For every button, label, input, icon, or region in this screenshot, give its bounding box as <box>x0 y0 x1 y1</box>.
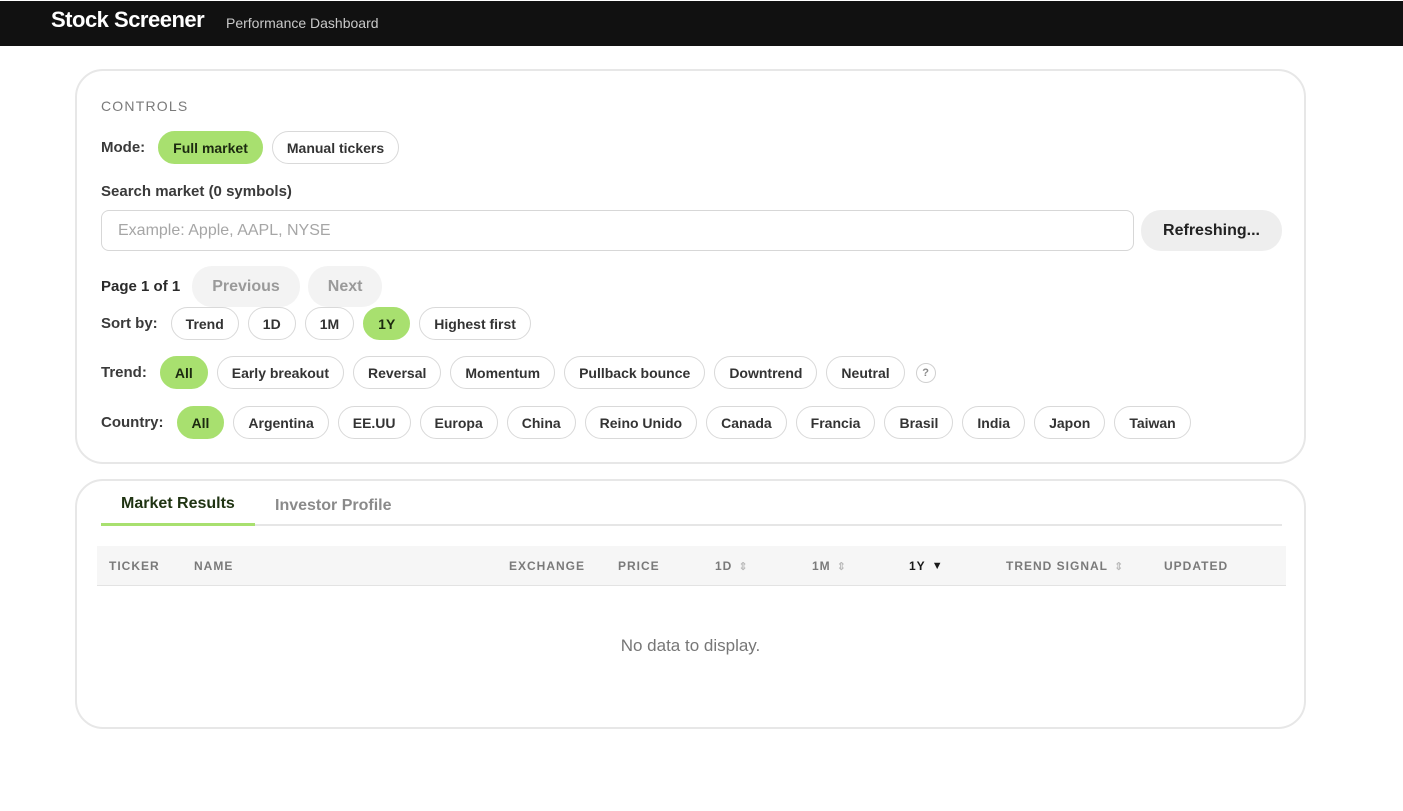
country-options: All Argentina EE.UU Europa China Reino Unido C… <box>176 406 1200 439</box>
column-header-updated: UPDATED <box>1164 546 1228 586</box>
column-header-label: TICKER <box>109 559 160 573</box>
sort-toggle-icon: ⇕ <box>738 560 748 573</box>
sort-toggle-icon: ⇕ <box>836 560 846 573</box>
column-header-exchange: EXCHANGE <box>509 546 585 586</box>
country-row: Country: All Argentina EE.UU Europa China Rei… <box>101 406 1200 439</box>
trend-chip-all[interactable]: All <box>159 356 208 389</box>
pagination-row: Page 1 of 1 Previous Next <box>101 266 390 307</box>
mode-options: Full market Manual tickers <box>158 131 408 164</box>
trend-help-icon[interactable]: ? <box>915 362 936 383</box>
column-header-label: 1Y <box>909 559 926 573</box>
trend-chip-pullback-bounce[interactable]: Pullback bounce <box>564 356 706 389</box>
country-chip-europa[interactable]: Europa <box>419 406 498 439</box>
sort-descending-icon: ▼ <box>931 560 943 572</box>
trend-row: Trend: All Early breakout Reversal Momentum… <box>101 356 936 389</box>
refresh-button[interactable]: Refreshing... <box>1141 210 1282 251</box>
results-panel: Market Results Investor Profile TICKER NA… <box>75 479 1306 729</box>
sort-row: Sort by: Trend 1D 1M 1Y Highest first <box>101 307 540 340</box>
column-header-1y[interactable]: 1Y ▼ <box>909 546 943 586</box>
country-chip-china[interactable]: China <box>506 406 576 439</box>
sort-chip-1y[interactable]: 1Y <box>363 307 411 340</box>
mode-label: Mode: <box>101 139 146 156</box>
country-label: Country: <box>101 414 164 431</box>
trend-chip-momentum[interactable]: Momentum <box>450 356 556 389</box>
column-header-label: PRICE <box>618 559 660 573</box>
page-indicator: Page 1 of 1 <box>101 278 181 295</box>
column-header-label: UPDATED <box>1164 559 1229 573</box>
column-header-label: NAME <box>194 559 234 573</box>
column-header-trend-signal[interactable]: TREND SIGNAL ⇕ <box>1006 546 1123 586</box>
sort-options: Trend 1D 1M 1Y Highest first <box>170 307 540 340</box>
results-table-header: TICKER NAME EXCHANGE PRICE 1D ⇕ 1M ⇕ 1Y ▼ TREND SI… <box>97 546 1286 586</box>
column-header-ticker: TICKER <box>109 546 160 586</box>
column-header-price: PRICE <box>618 546 660 586</box>
tab-investor-profile[interactable]: Investor Profile <box>255 485 411 526</box>
column-header-label: 1M <box>812 559 831 573</box>
country-chip-all[interactable]: All <box>176 406 225 439</box>
empty-state-message: No data to display. <box>620 636 761 655</box>
app-title: Stock Screener <box>51 7 205 32</box>
search-input[interactable] <box>101 210 1134 251</box>
country-chip-argentina[interactable]: Argentina <box>233 406 329 439</box>
column-header-1m[interactable]: 1M ⇕ <box>812 546 846 586</box>
mode-row: Mode: Full market Manual tickers <box>101 131 408 164</box>
top-navbar: Stock Screener Performance Dashboard <box>0 0 1403 46</box>
app-subtitle: Performance Dashboard <box>226 15 379 31</box>
trend-chip-neutral[interactable]: Neutral <box>826 356 905 389</box>
column-header-label: EXCHANGE <box>509 559 586 573</box>
column-header-label: 1D <box>715 559 733 573</box>
column-header-1d[interactable]: 1D ⇕ <box>715 546 748 586</box>
country-chip-canada[interactable]: Canada <box>706 406 787 439</box>
country-chip-india[interactable]: India <box>962 406 1026 439</box>
country-chip-taiwan[interactable]: Taiwan <box>1114 406 1191 439</box>
mode-chip-full-market[interactable]: Full market <box>158 131 263 164</box>
sort-label: Sort by: <box>101 315 158 332</box>
trend-label: Trend: <box>101 364 147 381</box>
column-header-name: NAME <box>194 546 233 586</box>
next-page-button[interactable]: Next <box>307 266 383 307</box>
controls-section-label: CONTROLS <box>101 98 189 114</box>
country-chip-brasil[interactable]: Brasil <box>884 406 954 439</box>
trend-chip-early-breakout[interactable]: Early breakout <box>216 356 344 389</box>
mode-chip-manual-tickers[interactable]: Manual tickers <box>271 131 400 164</box>
country-chip-reino-unido[interactable]: Reino Unido <box>584 406 698 439</box>
controls-panel: CONTROLS Mode: Full market Manual tickers… <box>75 69 1306 464</box>
country-chip-japon[interactable]: Japon <box>1034 406 1106 439</box>
tab-market-results[interactable]: Market Results <box>101 485 255 526</box>
results-tabs: Market Results Investor Profile <box>101 485 1282 526</box>
previous-page-button[interactable]: Previous <box>192 266 300 307</box>
trend-chip-reversal[interactable]: Reversal <box>353 356 442 389</box>
sort-chip-1d[interactable]: 1D <box>247 307 296 340</box>
trend-options: All Early breakout Reversal Momentum Pullbac… <box>159 356 914 389</box>
sort-chip-trend[interactable]: Trend <box>170 307 239 340</box>
country-chip-francia[interactable]: Francia <box>795 406 876 439</box>
column-header-label: TREND SIGNAL <box>1006 559 1108 573</box>
sort-toggle-icon: ⇕ <box>1114 560 1124 573</box>
country-chip-ee-uu[interactable]: EE.UU <box>337 406 411 439</box>
sort-chip-1m[interactable]: 1M <box>304 307 355 340</box>
search-label: Search market (0 symbols) <box>101 183 292 200</box>
trend-chip-downtrend[interactable]: Downtrend <box>714 356 818 389</box>
sort-chip-highest-first[interactable]: Highest first <box>419 307 531 340</box>
